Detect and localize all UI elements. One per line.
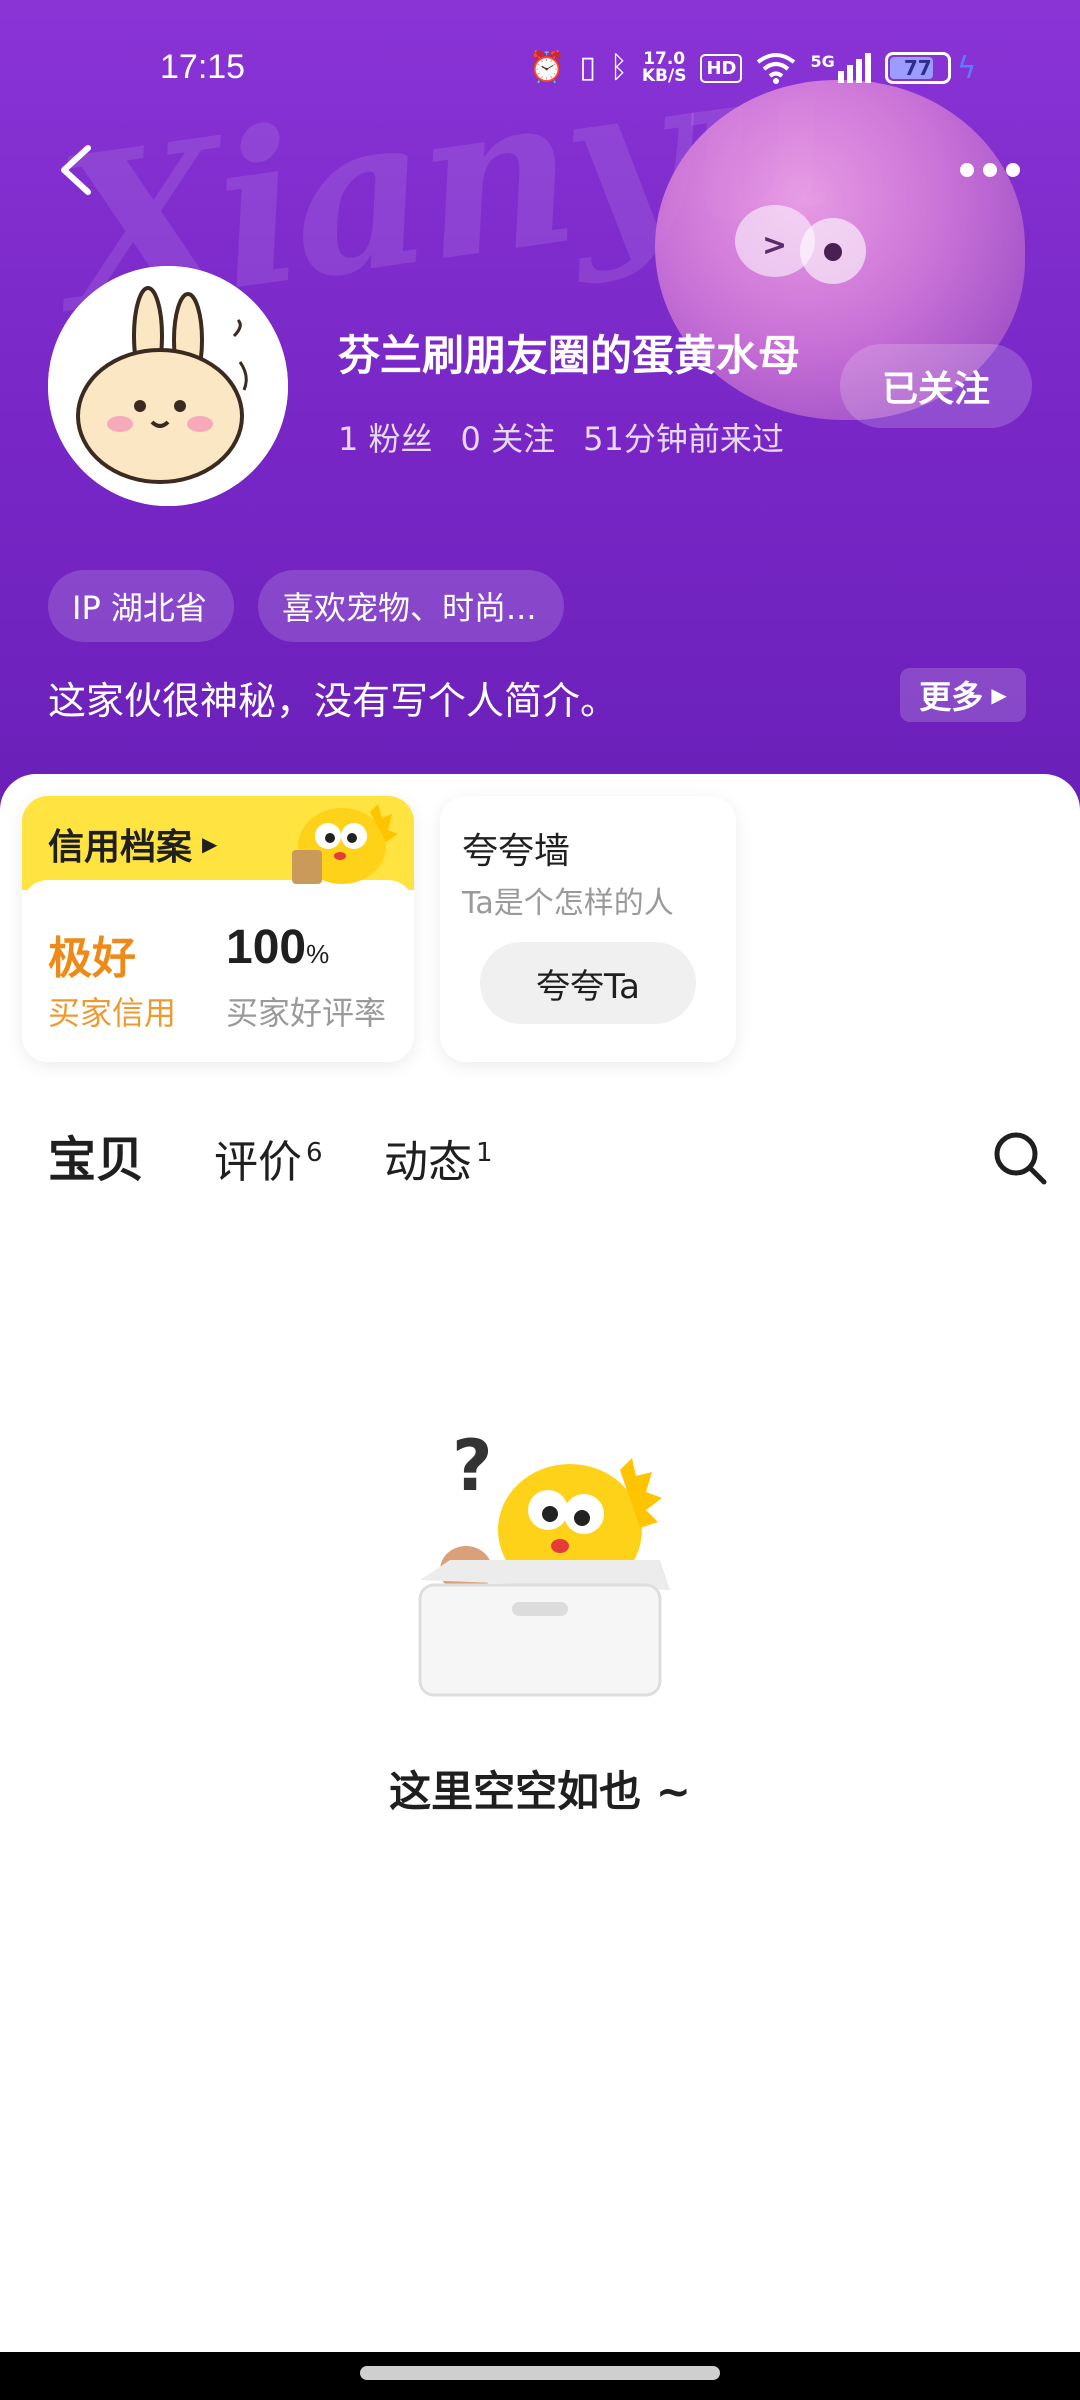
username: 芬兰刷朋友圈的蛋黄水母 [338, 331, 801, 380]
credit-level: 极好 [48, 933, 136, 984]
praise-wall-card[interactable]: 夸夸墙 Ta是个怎样的人 夸夸Ta [440, 796, 736, 1062]
more-bio-button[interactable]: 更多 ▶ [900, 668, 1026, 722]
back-button[interactable] [50, 140, 110, 200]
more-dot [960, 163, 974, 177]
svg-text:?: ? [452, 1425, 493, 1507]
charging-icon: ϟ [956, 50, 977, 86]
mascot-pupil-right [824, 243, 842, 261]
mascot-pupil-left: > [762, 228, 788, 263]
tab-activity-count: 1 [476, 1138, 493, 1169]
tab-reviews-label: 评价 [214, 1137, 302, 1188]
more-bio-label: 更多 [919, 678, 984, 716]
praise-wall-title: 夸夸墙 [462, 831, 571, 872]
xianyu-mascot-icon [292, 804, 398, 884]
tab-items[interactable]: 宝贝 [48, 1120, 148, 1190]
bunny-avatar-image [48, 266, 288, 506]
tab-reviews[interactable]: 评价 6 [214, 1126, 323, 1190]
following-count[interactable]: 0 关注 [461, 414, 556, 460]
battery-icon: 77 [884, 52, 951, 84]
positive-rate: 100% [226, 920, 329, 975]
fans-count[interactable]: 1 粉丝 [338, 414, 433, 460]
vibrate-icon: ▯ [579, 50, 596, 85]
home-indicator[interactable] [360, 2366, 720, 2380]
credit-title-label: 信用档案 [48, 827, 193, 868]
signal-5g-label: 5G [810, 52, 835, 71]
followed-button[interactable]: 已关注 [840, 344, 1032, 428]
positive-rate-value: 100 [226, 921, 307, 974]
status-bar: 17:15 ⏰ ▯ ᛒ 17.0 KB/S HD 5G 77 ϟ [0, 40, 1080, 100]
praise-button[interactable]: 夸夸Ta [480, 942, 696, 1024]
praise-wall-subtitle: Ta是个怎样的人 [462, 886, 674, 921]
more-dot [983, 163, 997, 177]
profile-stats: 1 粉丝 0 关注 51分钟前来过 [338, 414, 784, 460]
hd-badge: HD [700, 53, 743, 83]
credit-level-label: 买家信用 [48, 994, 177, 1032]
bio-text: 这家伙很神秘，没有写个人简介。 [48, 679, 619, 723]
bluetooth-icon: ᛒ [609, 50, 628, 85]
tab-activity-label: 动态 [384, 1137, 472, 1188]
positive-rate-label: 买家好评率 [226, 994, 387, 1032]
ip-location-tag: IP 湖北省 [48, 570, 234, 642]
more-options-button[interactable] [960, 150, 1030, 190]
network-speed: 17.0 KB/S [642, 51, 687, 85]
status-icons: ⏰ ▯ ᛒ 17.0 KB/S HD 5G 77 ϟ [528, 48, 977, 88]
empty-state-text: 这里空空如也 ~ [389, 1767, 691, 1816]
avatar[interactable] [48, 266, 288, 506]
status-time: 17:15 [160, 48, 246, 86]
tab-items-label: 宝贝 [48, 1132, 145, 1188]
search-button[interactable] [990, 1128, 1050, 1188]
alarm-icon: ⏰ [528, 50, 566, 85]
positive-rate-unit: % [306, 939, 330, 969]
tab-activity[interactable]: 动态 1 [384, 1126, 493, 1190]
more-dot [1006, 163, 1020, 177]
interest-tag[interactable]: 喜欢宠物、时尚... [258, 570, 564, 642]
triangle-right-icon: ▶ [202, 832, 218, 856]
network-speed-unit: KB/S [641, 66, 687, 86]
tab-reviews-count: 6 [306, 1138, 323, 1169]
chevron-left-icon [61, 145, 91, 195]
triangle-right-icon: ▶ [991, 683, 1007, 707]
wifi-icon [757, 53, 796, 84]
last-seen: 51分钟前来过 [583, 420, 784, 458]
battery-percent: 77 [903, 56, 932, 80]
cellular-signal-icon: 5G [810, 52, 871, 83]
empty-box-mascot-illustration: ? [418, 1425, 670, 1697]
search-icon [994, 1132, 1047, 1185]
credit-title: 信用档案 ▶ [48, 818, 217, 870]
